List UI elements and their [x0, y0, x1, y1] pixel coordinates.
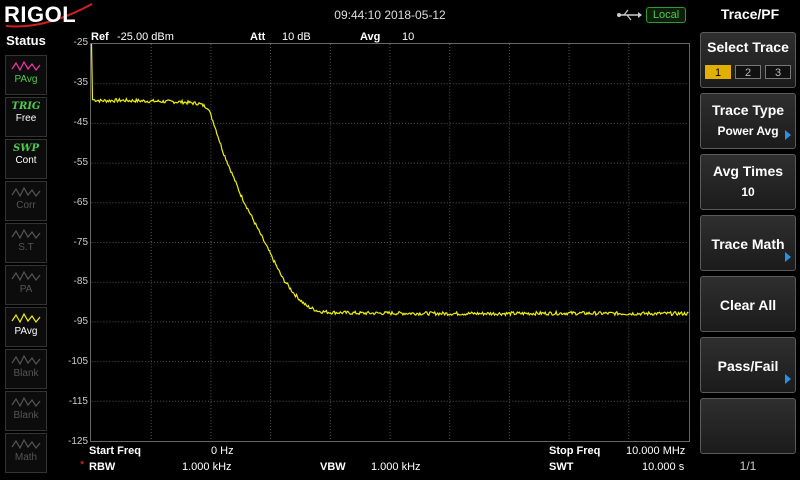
- y-tick-label: -125: [67, 436, 88, 447]
- status-icon-label: SWP: [13, 143, 39, 154]
- y-tick-label: -95: [73, 316, 88, 328]
- select-trace-button[interactable]: Select Trace 1 2 3: [700, 32, 796, 88]
- start-freq-label: Start Freq: [89, 445, 141, 457]
- status-blank-icon: [11, 354, 41, 366]
- y-tick-label: -45: [73, 116, 88, 128]
- select-trace-label: Select Trace: [707, 39, 789, 55]
- trace-math-button[interactable]: Trace Math: [700, 215, 796, 271]
- y-tick-label: -65: [73, 196, 88, 208]
- status-pavg-icon: [11, 60, 41, 72]
- status-math-icon: [11, 438, 41, 450]
- stop-freq-label: Stop Freq: [549, 445, 601, 457]
- rigol-logo: RIGOL: [4, 2, 77, 27]
- trace-math-label: Trace Math: [711, 236, 785, 252]
- status-item-text: Cont: [15, 155, 37, 166]
- status-item-0: PAvg: [5, 55, 47, 95]
- status-item-text: Corr: [16, 200, 36, 211]
- status-item-5: PA: [5, 265, 47, 305]
- start-freq-value: 0 Hz: [211, 445, 234, 457]
- submenu-arrow-icon: [785, 252, 791, 262]
- status-item-text: Blank: [13, 410, 39, 421]
- trace-type-button[interactable]: Trace Type Power Avg: [700, 93, 796, 149]
- status-item-8: Blank: [5, 391, 47, 431]
- status-item-6: PAvg: [5, 307, 47, 347]
- submenu-arrow-icon: [785, 374, 791, 384]
- swt-label: SWT: [549, 461, 574, 473]
- status-item-3: Corr: [5, 181, 47, 221]
- rbw-coupled-marker: *: [80, 459, 85, 471]
- avg-label: Avg: [360, 31, 381, 43]
- y-tick-label: -115: [68, 396, 88, 408]
- trace-type-label: Trace Type: [711, 102, 785, 118]
- status-item-text: Math: [14, 452, 38, 463]
- att-label: Att: [250, 31, 266, 43]
- status-item-1: TRIG Free: [5, 97, 47, 137]
- trace-type-value: Power Avg: [717, 124, 779, 138]
- status-item-7: Blank: [5, 349, 47, 389]
- status-st-icon: [11, 228, 41, 240]
- trace-option-3[interactable]: 3: [765, 65, 791, 79]
- y-tick-label: -35: [73, 76, 88, 88]
- pass-fail-button[interactable]: Pass/Fail: [700, 337, 796, 393]
- status-item-4: S.T: [5, 223, 47, 263]
- status-blank-icon: [11, 396, 41, 408]
- rbw-label: RBW: [89, 461, 116, 473]
- empty-menu-button[interactable]: [700, 398, 796, 454]
- local-badge[interactable]: Local: [646, 7, 686, 23]
- status-item-text: Blank: [13, 368, 39, 379]
- y-tick-label: -25: [73, 37, 88, 48]
- trace-option-2[interactable]: 2: [735, 65, 761, 79]
- status-icon-label: TRIG: [11, 101, 41, 112]
- avg-times-value: 10: [741, 185, 755, 199]
- y-tick-label: -85: [73, 276, 88, 288]
- spectrum-grid: [90, 43, 690, 442]
- clear-all-button[interactable]: Clear All: [700, 276, 796, 332]
- avg-value: 10: [402, 31, 415, 43]
- swt-value: 10.000 s: [642, 461, 685, 473]
- y-tick-label: -105: [67, 356, 88, 368]
- datetime: 09:44:10 2018-05-12: [334, 8, 446, 22]
- pass-fail-label: Pass/Fail: [717, 358, 779, 374]
- status-item-text: PAvg: [14, 74, 38, 85]
- status-item-text: PA: [19, 284, 33, 295]
- y-tick-label: -75: [73, 236, 88, 248]
- status-title: Status: [6, 33, 46, 48]
- status-item-text: S.T: [18, 242, 34, 253]
- trace-option-1[interactable]: 1: [705, 65, 731, 79]
- status-item-2: SWP Cont: [5, 139, 47, 179]
- ref-value: -25.00 dBm: [117, 31, 174, 43]
- status-item-text: Free: [15, 113, 37, 124]
- status-pa-icon: [11, 270, 41, 282]
- avg-times-button[interactable]: Avg Times 10: [700, 154, 796, 210]
- status-corr-icon: [11, 186, 41, 198]
- ref-label: Ref: [91, 31, 109, 43]
- usb-icon: [617, 9, 642, 21]
- menu-page-indicator: 1/1: [739, 459, 757, 473]
- status-item-9: Math: [5, 433, 47, 473]
- submenu-arrow-icon: [785, 130, 791, 140]
- status-item-text: PAvg: [14, 326, 38, 337]
- vbw-value: 1.000 kHz: [371, 461, 421, 473]
- y-tick-label: -55: [73, 156, 88, 168]
- att-value: 10 dB: [282, 31, 311, 43]
- rbw-value: 1.000 kHz: [182, 461, 232, 473]
- menu-title: Trace/PF: [720, 6, 780, 22]
- vbw-label: VBW: [320, 461, 346, 473]
- status-pavg-icon: [11, 312, 41, 324]
- stop-freq-value: 10.000 MHz: [626, 445, 686, 457]
- avg-times-label: Avg Times: [712, 163, 784, 179]
- clear-all-label: Clear All: [719, 297, 777, 313]
